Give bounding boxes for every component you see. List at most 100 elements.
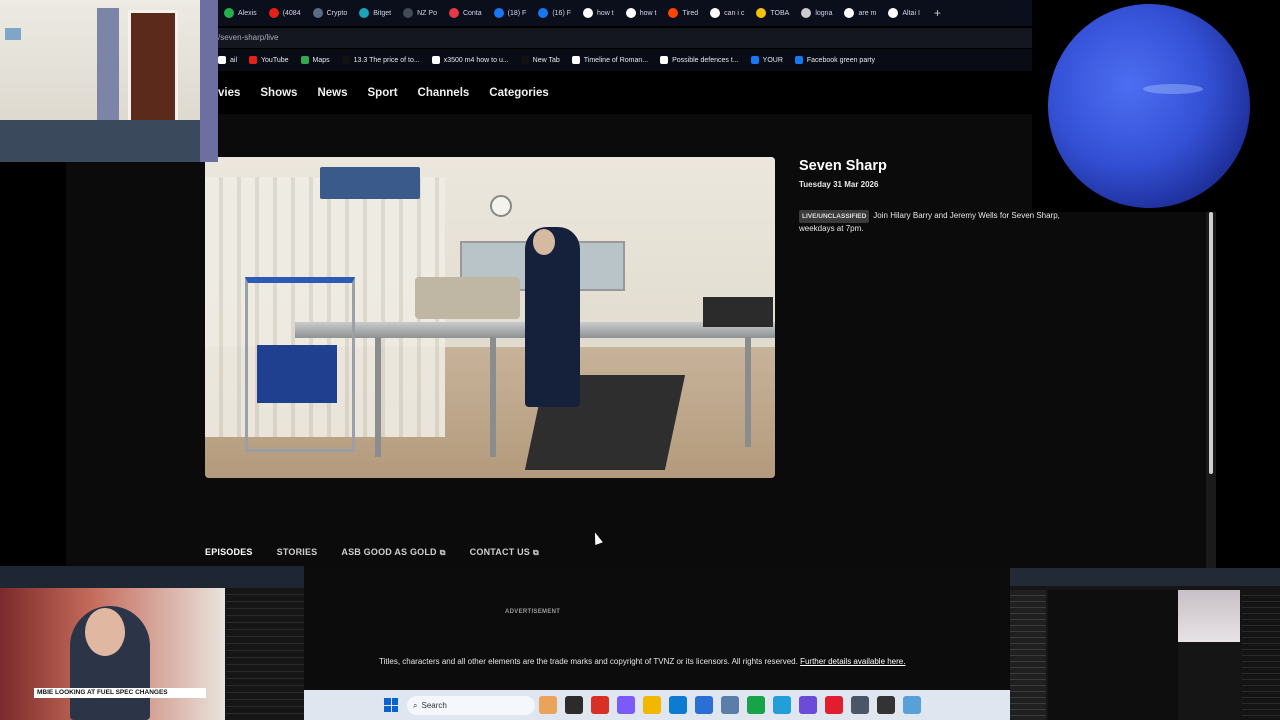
link-contact-us[interactable]: CONTACT US ⧉ (470, 547, 539, 558)
browser-tab[interactable]: Bitget (353, 2, 397, 24)
taskbar-app-icon[interactable] (565, 696, 583, 714)
nav-movies[interactable]: vies (218, 87, 240, 99)
taskbar-search[interactable]: ⌕ Search (407, 696, 535, 715)
classification-badge: LIVE/UNCLASSIFIED (799, 210, 870, 223)
show-title: Seven Sharp (799, 158, 887, 174)
tab-favicon-icon (710, 8, 721, 18)
tab-favicon-icon (625, 8, 636, 18)
tab-label: Bitget (373, 9, 392, 17)
taskbar-app-icon[interactable] (643, 696, 661, 714)
desktop-thumbnail-sidebar (1010, 590, 1046, 720)
advertisement-label: ADVERTISEMENT (505, 609, 561, 615)
bookmark-item[interactable]: x3500 m4 how to u... (431, 56, 509, 64)
taskbar-app-icon[interactable] (695, 696, 713, 714)
taskbar-app-icon[interactable] (851, 696, 869, 714)
taskbar-apps (539, 696, 921, 714)
bookmark-item[interactable]: Possible defences t... (660, 56, 739, 64)
news-stream-toolbar (0, 566, 304, 588)
tab-favicon-icon (538, 8, 549, 18)
url-text: /seven-sharp/live (218, 33, 279, 42)
nav-news[interactable]: News (317, 87, 347, 99)
link-contact-label: CONTACT US (469, 547, 531, 557)
browser-tab[interactable]: how t (577, 2, 620, 24)
tab-label: Altai I (902, 9, 920, 17)
news-chyron: MBIE LOOKING AT FUEL SPEC CHANGES (34, 688, 206, 698)
taskbar-app-icon[interactable] (721, 696, 739, 714)
desktop-thumbnail-toolbar (1010, 568, 1280, 586)
bookmark-item[interactable]: Facebook green party (794, 56, 875, 64)
tab-episodes[interactable]: EPISODES (205, 547, 253, 558)
bookmark-favicon-icon (750, 56, 759, 64)
bookmark-favicon-icon (571, 56, 580, 64)
search-icon: ⌕ (413, 700, 418, 710)
taskbar-app-icon[interactable] (747, 696, 765, 714)
browser-tab[interactable]: TOBA (750, 2, 795, 24)
bookmark-item[interactable]: Timeline of Roman... (571, 56, 648, 64)
bookmark-favicon-icon (341, 56, 350, 64)
browser-tab[interactable]: Crypto (307, 2, 354, 24)
tab-stories[interactable]: STORIES (277, 547, 318, 558)
address-bar[interactable]: /seven-sharp/live (218, 28, 1032, 48)
legal-text: Titles, characters and all other element… (379, 657, 798, 666)
bookmark-label: Possible defences t... (672, 56, 739, 64)
taskbar-search-label: Search (421, 701, 447, 710)
link-asb-good-as-gold[interactable]: ASB GOOD AS GOLD ⧉ (341, 547, 445, 558)
browser-tab[interactable]: can i c (704, 2, 750, 24)
screen: Alexis (4084 Crypto Bitget NZ Po Conta (18) F (… (0, 0, 1280, 720)
browser-tab[interactable]: Tired (662, 2, 704, 24)
tab-label: how t (639, 9, 657, 17)
news-stream-overlay: MBIE LOOKING AT FUEL SPEC CHANGES (0, 566, 304, 720)
browser-tab[interactable]: (4084 (263, 2, 307, 24)
news-stream-chat (226, 588, 304, 720)
site-nav: vies Shows News Sport Channels Categorie… (218, 72, 1032, 114)
bookmark-item[interactable]: Maps (300, 56, 330, 64)
browser-tab[interactable]: how t (620, 2, 663, 24)
tab-label: are m (858, 9, 877, 17)
taskbar-app-icon[interactable] (773, 696, 791, 714)
room-floor (0, 120, 218, 162)
browser-tab[interactable]: Alexis (218, 2, 263, 24)
bookmark-item[interactable]: ail (218, 56, 237, 64)
bookmark-item[interactable]: 13.3 The price of to... (341, 56, 420, 64)
desktop-thumbnail-webcam (1178, 590, 1240, 642)
video-player[interactable] (205, 157, 775, 478)
tab-label: (4084 (282, 9, 301, 17)
tab-favicon-icon (359, 8, 370, 18)
scrollbar-thumb[interactable] (1209, 212, 1213, 474)
nav-categories[interactable]: Categories (489, 87, 548, 99)
room-screen (5, 28, 21, 40)
video-scene-table-leg (745, 337, 751, 447)
bookmark-favicon-icon (249, 56, 258, 64)
browser-tab[interactable]: are m (838, 2, 882, 24)
video-scene-table-leg (490, 337, 496, 457)
taskbar-app-icon[interactable] (669, 696, 687, 714)
browser-tab[interactable]: (18) F (488, 2, 533, 24)
bookmark-item[interactable]: New Tab (520, 56, 560, 64)
browser-tab[interactable]: NZ Po (397, 2, 443, 24)
taskbar-app-icon[interactable] (799, 696, 817, 714)
bookmark-item[interactable]: YouTube (249, 56, 289, 64)
windows-start-icon[interactable] (384, 698, 398, 712)
further-details-link[interactable]: Further details available here. (800, 657, 905, 666)
browser-tab[interactable]: Altai I (882, 2, 926, 24)
bookmark-favicon-icon (660, 56, 669, 64)
nav-channels[interactable]: Channels (418, 87, 470, 99)
browser-tab-strip: Alexis (4084 Crypto Bitget NZ Po Conta (18) F (… (218, 0, 1032, 26)
nav-shows[interactable]: Shows (260, 87, 297, 99)
bookmark-item[interactable]: YOUR (750, 56, 783, 64)
taskbar-app-icon[interactable] (903, 696, 921, 714)
taskbar-app-icon[interactable] (617, 696, 635, 714)
tab-label: how t (597, 9, 614, 17)
taskbar-app-icon[interactable] (591, 696, 609, 714)
taskbar-app-icon[interactable] (877, 696, 895, 714)
new-tab-button[interactable]: + (926, 6, 949, 20)
nav-sport[interactable]: Sport (368, 87, 398, 99)
taskbar-app-icon[interactable] (539, 696, 557, 714)
browser-tab[interactable]: (16) F (532, 2, 577, 24)
browser-tab[interactable]: logna (795, 2, 838, 24)
webcam-overlay-room (0, 0, 218, 162)
taskbar-app-icon[interactable] (825, 696, 843, 714)
tab-favicon-icon (844, 8, 855, 18)
video-scene-suitcase (415, 277, 520, 319)
browser-tab[interactable]: Conta (443, 2, 488, 24)
